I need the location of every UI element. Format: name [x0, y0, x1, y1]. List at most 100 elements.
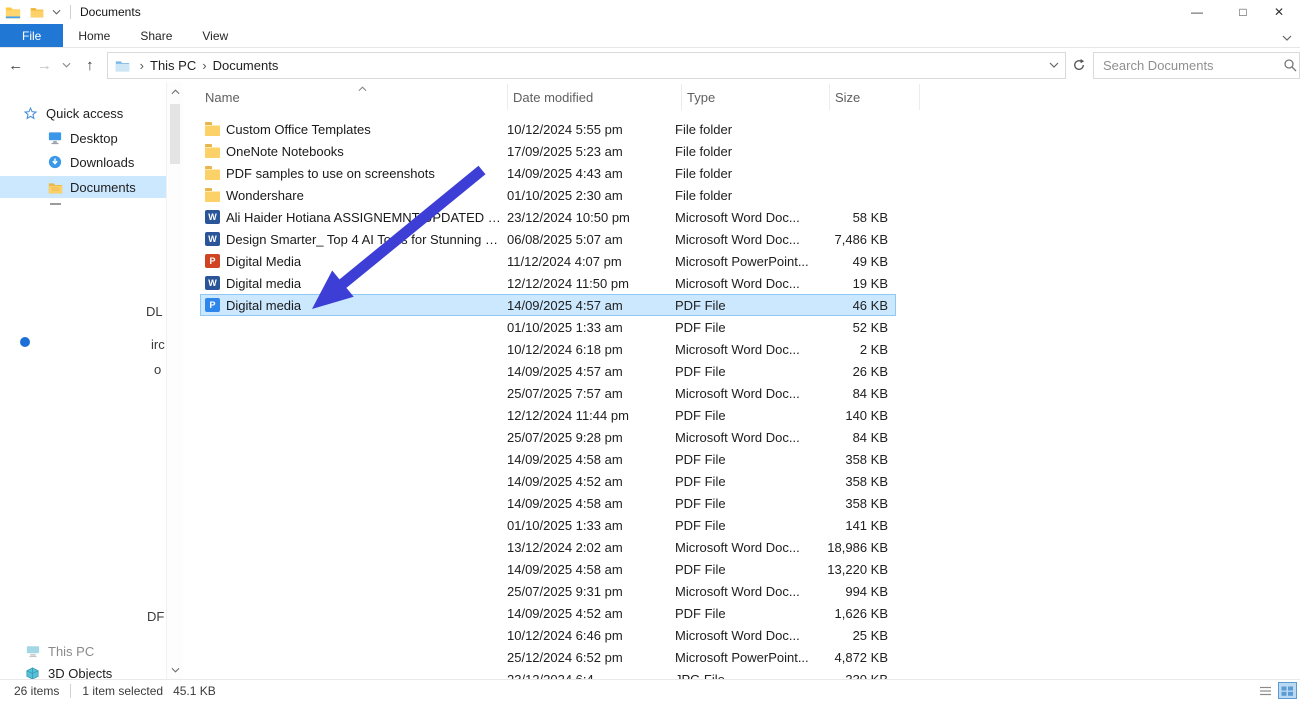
breadcrumb-documents[interactable]: Documents	[213, 58, 279, 73]
file-row[interactable]: W Ali Haider Hotiana ASSIGNEMNT UPDATED F…	[200, 206, 896, 228]
column-header-size[interactable]: Size	[830, 84, 920, 110]
scrollbar-thumb[interactable]	[170, 104, 180, 164]
file-row[interactable]: PDigital media14/09/2025 4:57 amPDF File…	[200, 294, 896, 316]
sidebar-item-this-pc[interactable]: This PC	[0, 640, 166, 662]
sidebar-item-pinned[interactable]	[0, 225, 166, 247]
file-name-cell	[200, 320, 502, 334]
ribbon-expand-chevron[interactable]	[1282, 29, 1292, 44]
file-row[interactable]: 25/07/2025 9:28 pmMicrosoft Word Doc...8…	[200, 426, 896, 448]
close-button[interactable]: ✕	[1266, 0, 1300, 24]
tab-file[interactable]: File	[0, 24, 63, 47]
up-button[interactable]: ↑	[75, 52, 105, 78]
file-type: File folder	[670, 188, 812, 203]
sidebar-item-pinned[interactable]	[0, 200, 166, 222]
file-row[interactable]: 13/12/2024 2:02 amMicrosoft Word Doc...1…	[200, 536, 896, 558]
file-name-cell	[200, 342, 502, 356]
file-row[interactable]: PDF samples to use on screenshots14/09/2…	[200, 162, 896, 184]
file-row[interactable]: 25/07/2025 9:31 pmMicrosoft Word Doc...9…	[200, 580, 896, 602]
back-button[interactable]: ←	[0, 52, 32, 78]
file-row[interactable]: 14/09/2025 4:58 amPDF File358 KB	[200, 448, 896, 470]
file-row[interactable]: 25/07/2025 7:57 amMicrosoft Word Doc...8…	[200, 382, 896, 404]
file-type: Microsoft Word Doc...	[670, 232, 812, 247]
breadcrumb-this-pc[interactable]: This PC	[150, 58, 196, 73]
documents-icon	[48, 181, 64, 194]
file-row[interactable]: 14/09/2025 4:57 amPDF File26 KB	[200, 360, 896, 382]
file-size: 358 KB	[812, 474, 896, 489]
search-input[interactable]	[1094, 58, 1299, 73]
file-type: PDF File	[670, 364, 812, 379]
sidebar-item-pinned[interactable]	[0, 250, 166, 272]
file-row[interactable]: 01/10/2025 1:33 amPDF File52 KB	[200, 316, 896, 338]
forward-button[interactable]: →	[32, 52, 58, 78]
file-date: 10/12/2024 6:18 pm	[502, 342, 670, 357]
window-controls: — □ ✕	[1174, 0, 1300, 24]
column-header-type[interactable]: Type	[682, 84, 830, 110]
view-toggles	[1256, 682, 1297, 699]
file-row[interactable]: 12/12/2024 11:44 pmPDF File140 KB	[200, 404, 896, 426]
file-name: OneNote Notebooks	[226, 144, 344, 159]
breadcrumb-chevron[interactable]: ›	[140, 58, 144, 73]
file-size: 141 KB	[812, 518, 896, 533]
file-name: Design Smarter_ Top 4 AI Tools for Stunn…	[226, 232, 502, 247]
titlebar: Documents — □ ✕	[0, 0, 1300, 24]
file-size: 26 KB	[812, 364, 896, 379]
file-name-cell	[200, 650, 502, 664]
sidebar-item-label: Documents	[70, 180, 136, 195]
file-date: 14/09/2025 4:58 am	[502, 452, 670, 467]
qat-folder-icon[interactable]	[26, 1, 48, 23]
file-size: 13,220 KB	[812, 562, 896, 577]
file-size: 1,626 KB	[812, 606, 896, 621]
scroll-down-icon[interactable]	[167, 662, 183, 678]
file-name: Ali Haider Hotiana ASSIGNEMNT UPDATED FI…	[226, 210, 502, 225]
file-row[interactable]: PDigital Media11/12/2024 4:07 pmMicrosof…	[200, 250, 896, 272]
recent-locations-chevron[interactable]	[57, 52, 75, 78]
file-row[interactable]: 14/09/2025 4:52 amPDF File358 KB	[200, 470, 896, 492]
file-row[interactable]: 10/12/2024 6:46 pmMicrosoft Word Doc...2…	[200, 624, 896, 646]
sidebar-scrollbar[interactable]	[166, 82, 183, 680]
file-date: 12/12/2024 11:50 pm	[502, 276, 670, 291]
file-row[interactable]: 10/12/2024 6:18 pmMicrosoft Word Doc...2…	[200, 338, 896, 360]
file-row[interactable]: 01/10/2025 1:33 amPDF File141 KB	[200, 514, 896, 536]
details-view-icon[interactable]	[1256, 682, 1275, 699]
file-name-cell	[200, 628, 502, 642]
file-row[interactable]: 25/12/2024 6:52 pmMicrosoft PowerPoint..…	[200, 646, 896, 668]
column-header-name[interactable]: Name	[200, 84, 508, 110]
file-row[interactable]: 14/09/2025 4:52 amPDF File1,626 KB	[200, 602, 896, 624]
file-row[interactable]: OneNote Notebooks17/09/2025 5:23 amFile …	[200, 140, 896, 162]
sidebar-item-quick-access[interactable]: Quick access	[0, 102, 166, 124]
scroll-up-icon[interactable]	[167, 84, 183, 100]
tab-share[interactable]: Share	[125, 24, 187, 47]
tab-home[interactable]: Home	[63, 24, 125, 47]
file-row[interactable]: WDesign Smarter_ Top 4 AI Tools for Stun…	[200, 228, 896, 250]
word-icon: W	[205, 210, 220, 224]
ribbon-tabs: File Home Share View	[0, 24, 1300, 48]
column-header-date-modified[interactable]: Date modified	[508, 84, 682, 110]
selection-count: 1 item selected	[82, 684, 163, 698]
thumbnail-view-icon[interactable]	[1278, 682, 1297, 699]
file-row[interactable]: Wondershare01/10/2025 2:30 amFile folder	[200, 184, 896, 206]
search-icon[interactable]	[1283, 58, 1297, 75]
sidebar-item-documents[interactable]: Documents	[0, 176, 166, 198]
sidebar-item-downloads[interactable]: Downloads	[0, 151, 166, 173]
sidebar-item-3d-objects[interactable]: 3D Objects	[0, 662, 166, 680]
item-count: 26 items	[14, 684, 59, 698]
file-size: 994 KB	[812, 584, 896, 599]
qat-dropdown-chevron[interactable]	[48, 1, 64, 23]
sidebar-item-label: 3D Objects	[48, 666, 112, 681]
sidebar-item-desktop[interactable]: Desktop	[0, 127, 166, 149]
breadcrumb[interactable]: › This PC › Documents	[107, 52, 1067, 79]
breadcrumb-chevron[interactable]: ›	[202, 58, 206, 73]
refresh-icon[interactable]	[1067, 53, 1091, 78]
star-icon	[24, 107, 40, 120]
file-row[interactable]: 14/09/2025 4:58 amPDF File358 KB	[200, 492, 896, 514]
file-date: 25/07/2025 9:31 pm	[502, 584, 670, 599]
tab-view[interactable]: View	[187, 24, 243, 47]
file-list-body: Custom Office Templates10/12/2024 5:55 p…	[200, 118, 1300, 680]
file-row[interactable]: 14/09/2025 4:58 amPDF File13,220 KB	[200, 558, 896, 580]
sidebar-item-pinned[interactable]	[0, 275, 166, 297]
file-row[interactable]: WDigital media12/12/2024 11:50 pmMicroso…	[200, 272, 896, 294]
maximize-button[interactable]: □	[1220, 0, 1266, 24]
minimize-button[interactable]: —	[1174, 0, 1220, 24]
address-dropdown-chevron[interactable]	[1049, 62, 1059, 68]
file-row[interactable]: Custom Office Templates10/12/2024 5:55 p…	[200, 118, 896, 140]
